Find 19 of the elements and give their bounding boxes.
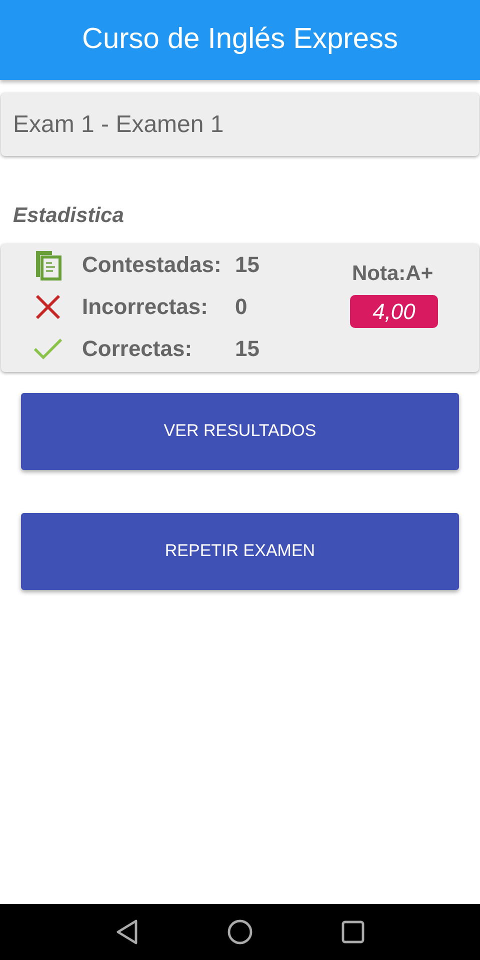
app-title: Curso de Inglés Express	[82, 22, 398, 58]
exam-field[interactable]: Exam 1 - Examen 1	[1, 93, 479, 156]
recents-icon[interactable]	[341, 920, 365, 944]
documents-icon	[34, 248, 62, 280]
section-title: Estadistica	[13, 203, 125, 229]
stat-label: Incorrectas:	[82, 293, 209, 321]
stat-label: Contestadas:	[82, 251, 222, 279]
stat-value: 15	[235, 251, 260, 279]
stat-value: 0	[235, 293, 248, 321]
stat-value: 15	[235, 335, 260, 363]
score-badge: 4,00	[350, 294, 438, 328]
action-button[interactable]: VER RESULTADOS	[21, 392, 459, 470]
action-button[interactable]: REPETIR EXAMEN	[21, 512, 459, 590]
check-icon	[33, 336, 63, 360]
grade-label: Nota:A+	[352, 260, 434, 286]
stat-label: Correctas:	[82, 335, 194, 363]
close-icon	[35, 294, 61, 320]
home-icon[interactable]	[227, 919, 253, 945]
back-icon[interactable]	[115, 919, 139, 945]
